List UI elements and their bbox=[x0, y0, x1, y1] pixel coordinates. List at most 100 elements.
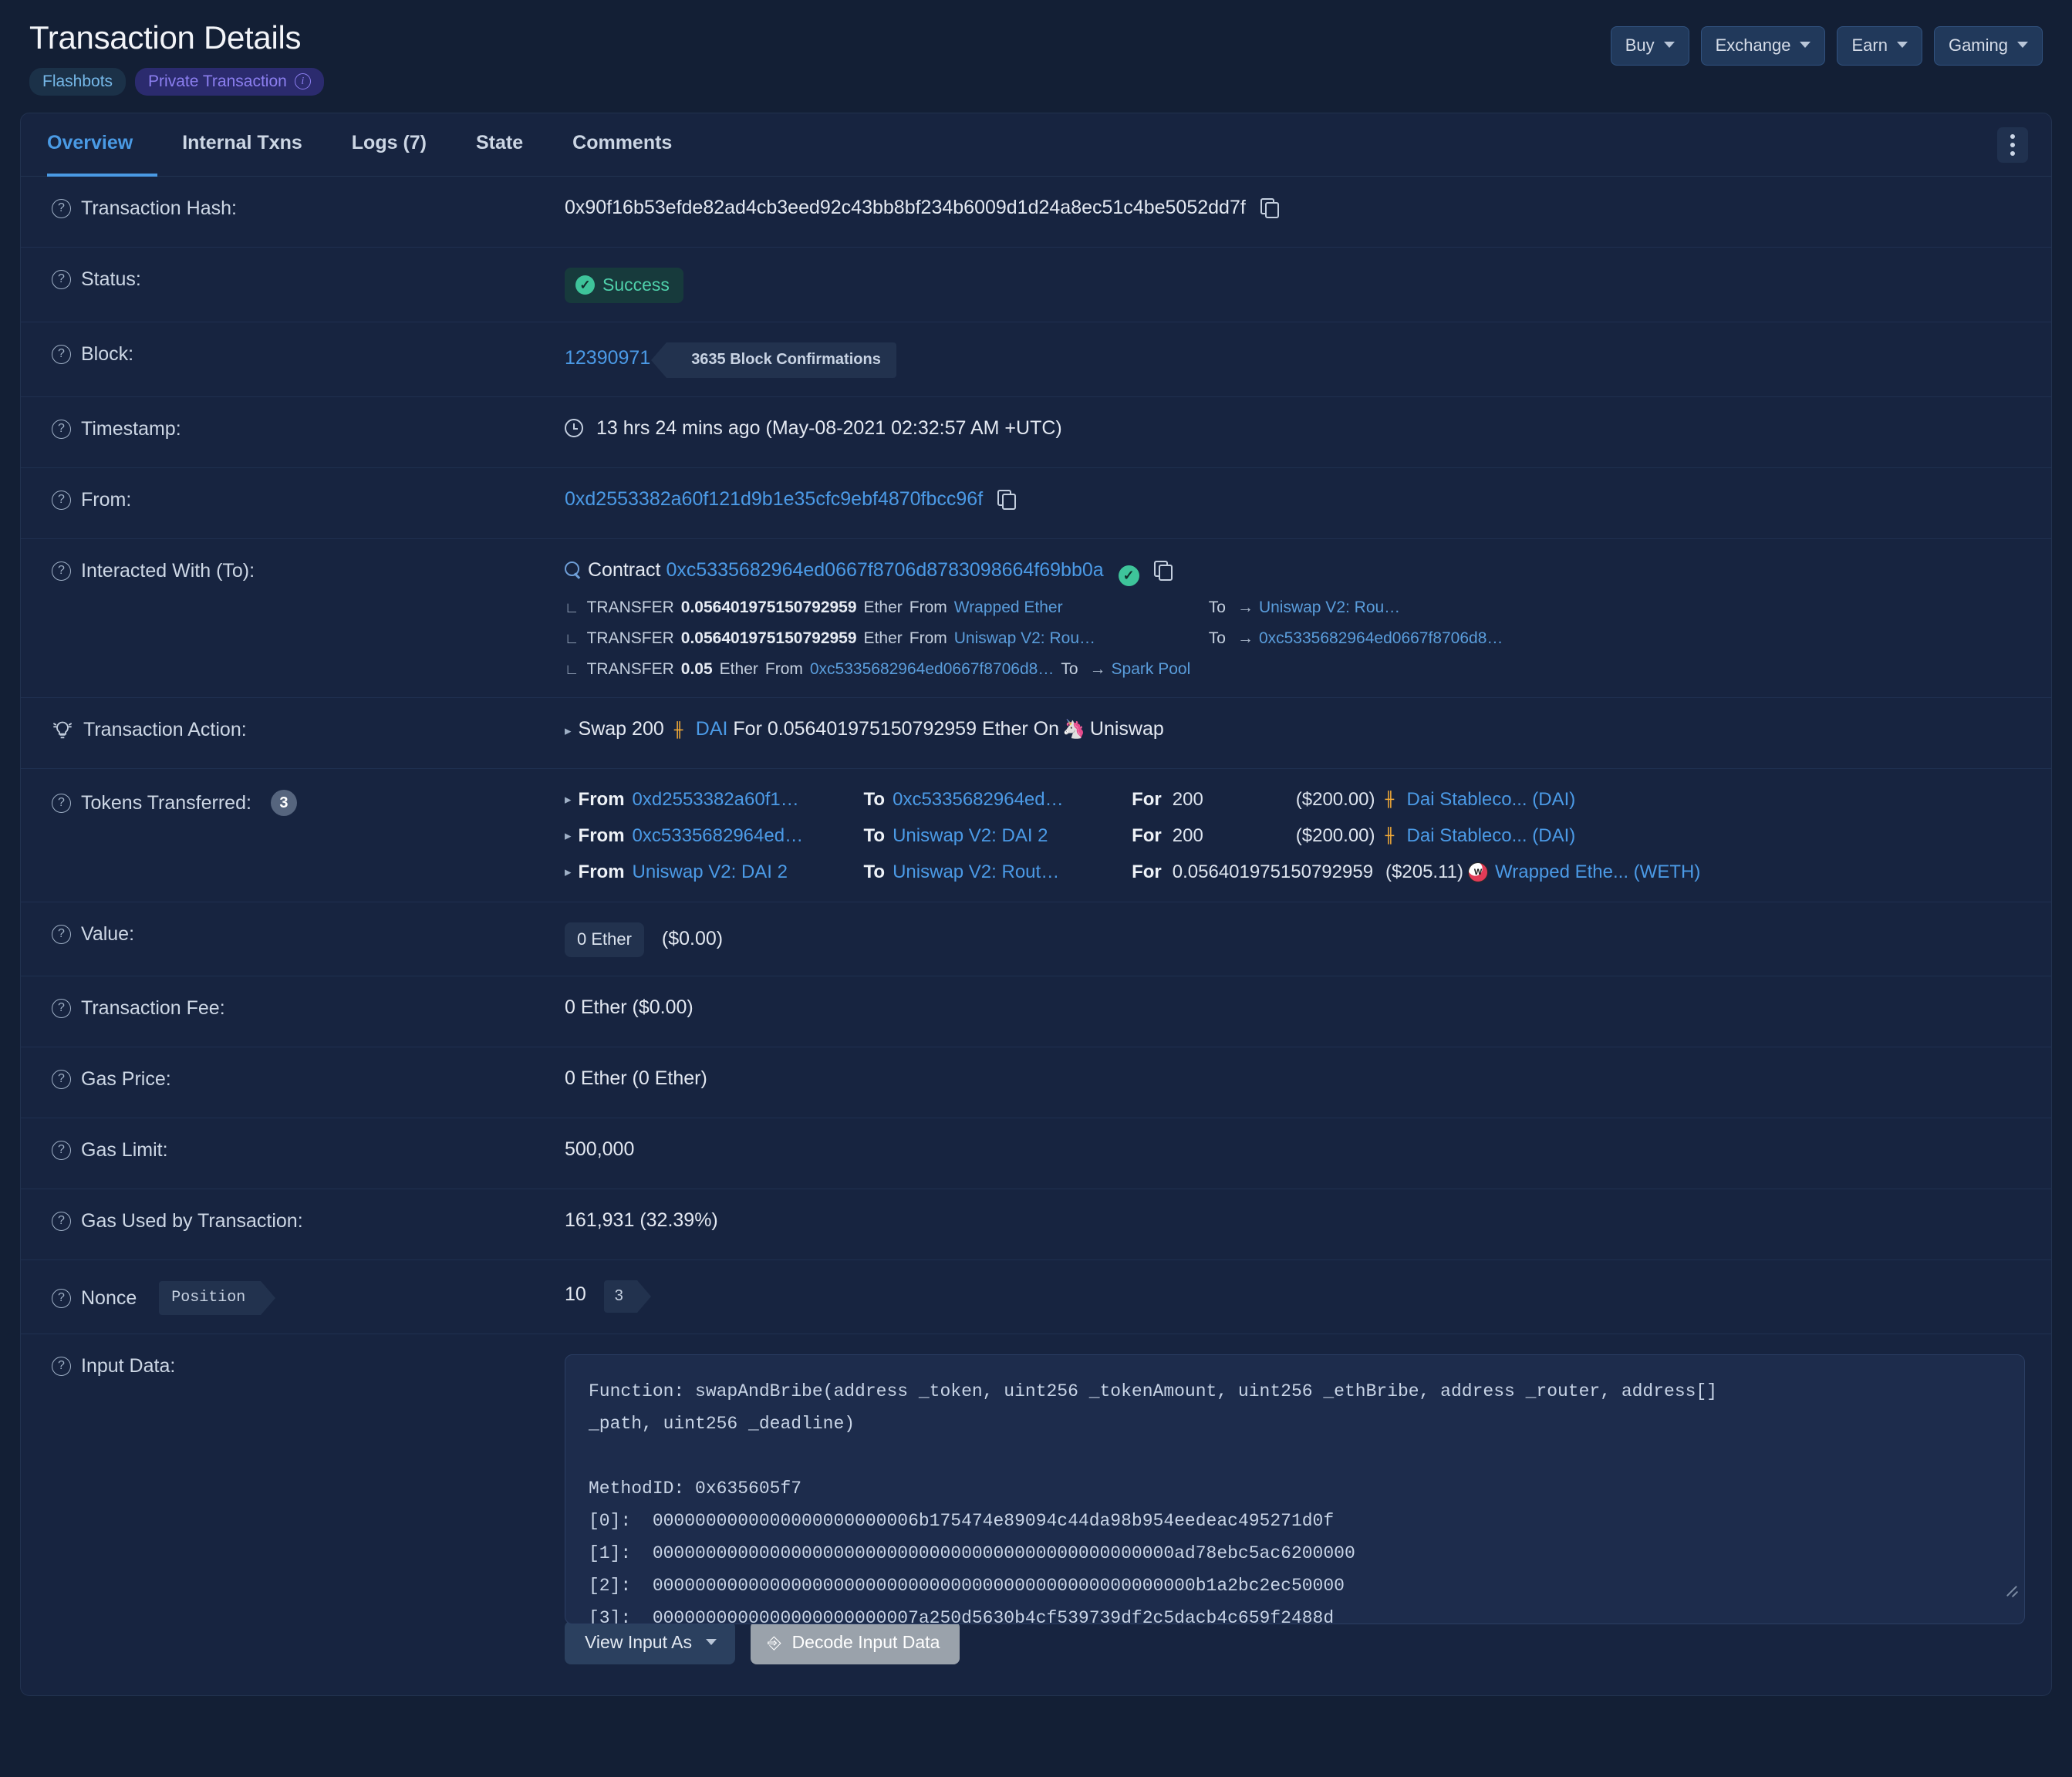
kebab-menu-icon[interactable] bbox=[1997, 126, 2028, 163]
help-icon[interactable]: ? bbox=[52, 925, 71, 945]
help-icon[interactable]: ? bbox=[52, 420, 71, 440]
info-icon[interactable]: i bbox=[294, 73, 311, 90]
token-name-link[interactable]: Wrapped Ethe... (WETH) bbox=[1495, 862, 1700, 883]
buy-dropdown-button[interactable]: Buy bbox=[1610, 26, 1689, 66]
action-token-link[interactable]: DAI bbox=[696, 718, 728, 740]
transfer-unit: Ether bbox=[719, 660, 758, 679]
transfer-to-link[interactable]: 0xc5335682964ed0667f8706d8… bbox=[1259, 629, 1503, 648]
help-icon[interactable]: ? bbox=[52, 793, 71, 813]
help-icon[interactable]: ? bbox=[52, 561, 71, 582]
tab-state[interactable]: State bbox=[451, 113, 548, 177]
chip-flashbots[interactable]: Flashbots bbox=[29, 68, 127, 96]
earn-dropdown-button[interactable]: Earn bbox=[1837, 26, 1922, 66]
help-icon[interactable]: ? bbox=[52, 199, 71, 219]
token-from-link[interactable]: Uniswap V2: DAI 2 bbox=[633, 862, 864, 883]
timestamp-value: 13 hrs 24 mins ago (May-08-2021 02:32:57… bbox=[596, 417, 1062, 440]
label-timestamp: ? Timestamp: bbox=[52, 416, 565, 440]
value-block: 12390971 3635 Block Confirmations bbox=[565, 341, 2025, 379]
dai-coin-icon: ╫ bbox=[1385, 828, 1395, 845]
value-transaction-hash: 0x90f16b53efde82ad4cb3eed92c43bb8bf234b6… bbox=[565, 195, 2025, 219]
expand-triangle-icon[interactable]: ▸ bbox=[565, 828, 572, 844]
label-interacted-with: ? Interacted With (To): bbox=[52, 558, 565, 582]
transfer-line: ∟ TRANSFER 0.056401975150792959 Ether Fr… bbox=[565, 599, 2025, 617]
tree-corner-icon: ∟ bbox=[565, 631, 579, 648]
token-to-link[interactable]: Uniswap V2: Rout… bbox=[893, 862, 1132, 883]
row-gas-limit: ? Gas Limit: 500,000 bbox=[21, 1118, 2051, 1190]
token-from-link[interactable]: 0xd2553382a60f1… bbox=[633, 789, 864, 811]
token-usd: ($205.11) bbox=[1385, 862, 1464, 883]
help-icon[interactable]: ? bbox=[52, 491, 71, 511]
to-word: To bbox=[1061, 660, 1078, 679]
token-usd: ($200.00) bbox=[1295, 789, 1375, 811]
transfer-from-link[interactable]: Uniswap V2: Rou… bbox=[954, 629, 1209, 648]
tabs: Overview Internal Txns Logs (7) State Co… bbox=[47, 113, 697, 177]
help-icon[interactable]: ? bbox=[52, 1212, 71, 1232]
token-amount: 200 bbox=[1172, 789, 1203, 811]
row-transaction-hash: ? Transaction Hash: 0x90f16b53efde82ad4c… bbox=[21, 177, 2051, 248]
token-name-link[interactable]: Dai Stableco... (DAI) bbox=[1407, 789, 1576, 811]
block-number-link[interactable]: 12390971 bbox=[565, 347, 650, 369]
token-to-link[interactable]: 0xc5335682964ed… bbox=[893, 789, 1132, 811]
token-name-link[interactable]: Dai Stableco... (DAI) bbox=[1407, 825, 1576, 847]
transfer-from-link[interactable]: 0xc5335682964ed0667f8706d8… bbox=[810, 660, 1054, 679]
copy-icon[interactable] bbox=[1260, 198, 1279, 219]
to-word: To bbox=[863, 862, 886, 883]
expand-triangle-icon[interactable]: ▸ bbox=[565, 792, 572, 808]
transfer-to-link[interactable]: Uniswap V2: Rou… bbox=[1259, 599, 1400, 617]
transaction-hash-value: 0x90f16b53efde82ad4cb3eed92c43bb8bf234b6… bbox=[565, 197, 1246, 219]
label-text: From: bbox=[81, 489, 132, 511]
transfer-to-link[interactable]: Spark Pool bbox=[1112, 660, 1191, 679]
copy-icon[interactable] bbox=[1153, 561, 1173, 582]
to-word: To bbox=[863, 789, 886, 811]
dai-coin-icon: ╫ bbox=[674, 722, 683, 740]
magnifier-icon[interactable] bbox=[565, 561, 582, 578]
contract-line: Contract 0xc5335682964ed0667f8706d878309… bbox=[565, 559, 2025, 587]
resize-handle-icon[interactable] bbox=[2005, 1583, 2019, 1597]
expand-triangle-icon[interactable]: ▸ bbox=[565, 865, 572, 880]
row-nonce: ? Nonce Position 10 3 bbox=[21, 1260, 2051, 1335]
help-icon[interactable]: ? bbox=[52, 1070, 71, 1090]
token-from-link[interactable]: 0xc5335682964ed… bbox=[633, 825, 864, 847]
copy-icon[interactable] bbox=[997, 490, 1017, 511]
label-value: ? Value: bbox=[52, 921, 565, 946]
exchange-dropdown-button[interactable]: Exchange bbox=[1700, 26, 1826, 66]
cubes-icon: ⎆ bbox=[767, 1632, 781, 1652]
label-text: Input Data: bbox=[81, 1355, 176, 1377]
action-amount: 200 bbox=[632, 718, 664, 740]
label-gas-used: ? Gas Used by Transaction: bbox=[52, 1208, 565, 1232]
input-data-textarea[interactable]: Function: swapAndBribe(address _token, u… bbox=[565, 1354, 2025, 1625]
tab-internal-txns[interactable]: Internal Txns bbox=[157, 113, 327, 177]
from-address-link[interactable]: 0xd2553382a60f121d9b1e35cfc9ebf4870fbcc9… bbox=[565, 488, 983, 510]
view-input-as-button[interactable]: View Input As bbox=[565, 1621, 735, 1665]
help-icon[interactable]: ? bbox=[52, 270, 71, 290]
nonce-value: 10 bbox=[565, 1283, 586, 1306]
earn-label: Earn bbox=[1851, 35, 1888, 55]
help-icon[interactable]: ? bbox=[52, 345, 71, 365]
on-word: On bbox=[1033, 718, 1060, 740]
gaming-dropdown-button[interactable]: Gaming bbox=[1933, 26, 2043, 66]
help-icon[interactable]: ? bbox=[52, 999, 71, 1019]
token-amount: 0.056401975150792959 bbox=[1172, 862, 1374, 883]
transaction-fee-value: 0 Ether ($0.00) bbox=[565, 996, 693, 1019]
contract-word: Contract bbox=[588, 559, 661, 582]
help-icon[interactable]: ? bbox=[52, 1141, 71, 1161]
tab-comments[interactable]: Comments bbox=[548, 113, 697, 177]
label-nonce: ? Nonce Position bbox=[52, 1279, 565, 1316]
block-confirmations-badge: 3635 Block Confirmations bbox=[651, 342, 896, 379]
from-word: From bbox=[909, 629, 947, 648]
expand-triangle-icon[interactable]: ▸ bbox=[565, 723, 572, 739]
decode-input-data-button[interactable]: ⎆ Decode Input Data bbox=[750, 1621, 960, 1665]
row-gas-price: ? Gas Price: 0 Ether (0 Ether) bbox=[21, 1047, 2051, 1119]
tab-logs[interactable]: Logs (7) bbox=[327, 113, 451, 177]
token-to-link[interactable]: Uniswap V2: DAI 2 bbox=[893, 825, 1132, 847]
transfer-from-link[interactable]: Wrapped Ether bbox=[954, 599, 1209, 617]
tab-overview[interactable]: Overview bbox=[47, 113, 158, 177]
chip-private-transaction[interactable]: Private Transaction i bbox=[135, 68, 324, 96]
arrow-right-icon: → bbox=[1237, 629, 1254, 648]
help-icon[interactable]: ? bbox=[52, 1288, 71, 1308]
contract-address-link[interactable]: 0xc5335682964ed0667f8706d8783098664f69bb… bbox=[666, 559, 1103, 581]
label-input-data: ? Input Data: bbox=[52, 1353, 565, 1377]
chevron-down-icon bbox=[1663, 42, 1675, 48]
help-icon[interactable]: ? bbox=[52, 1357, 71, 1377]
label-text: Block: bbox=[81, 343, 134, 366]
